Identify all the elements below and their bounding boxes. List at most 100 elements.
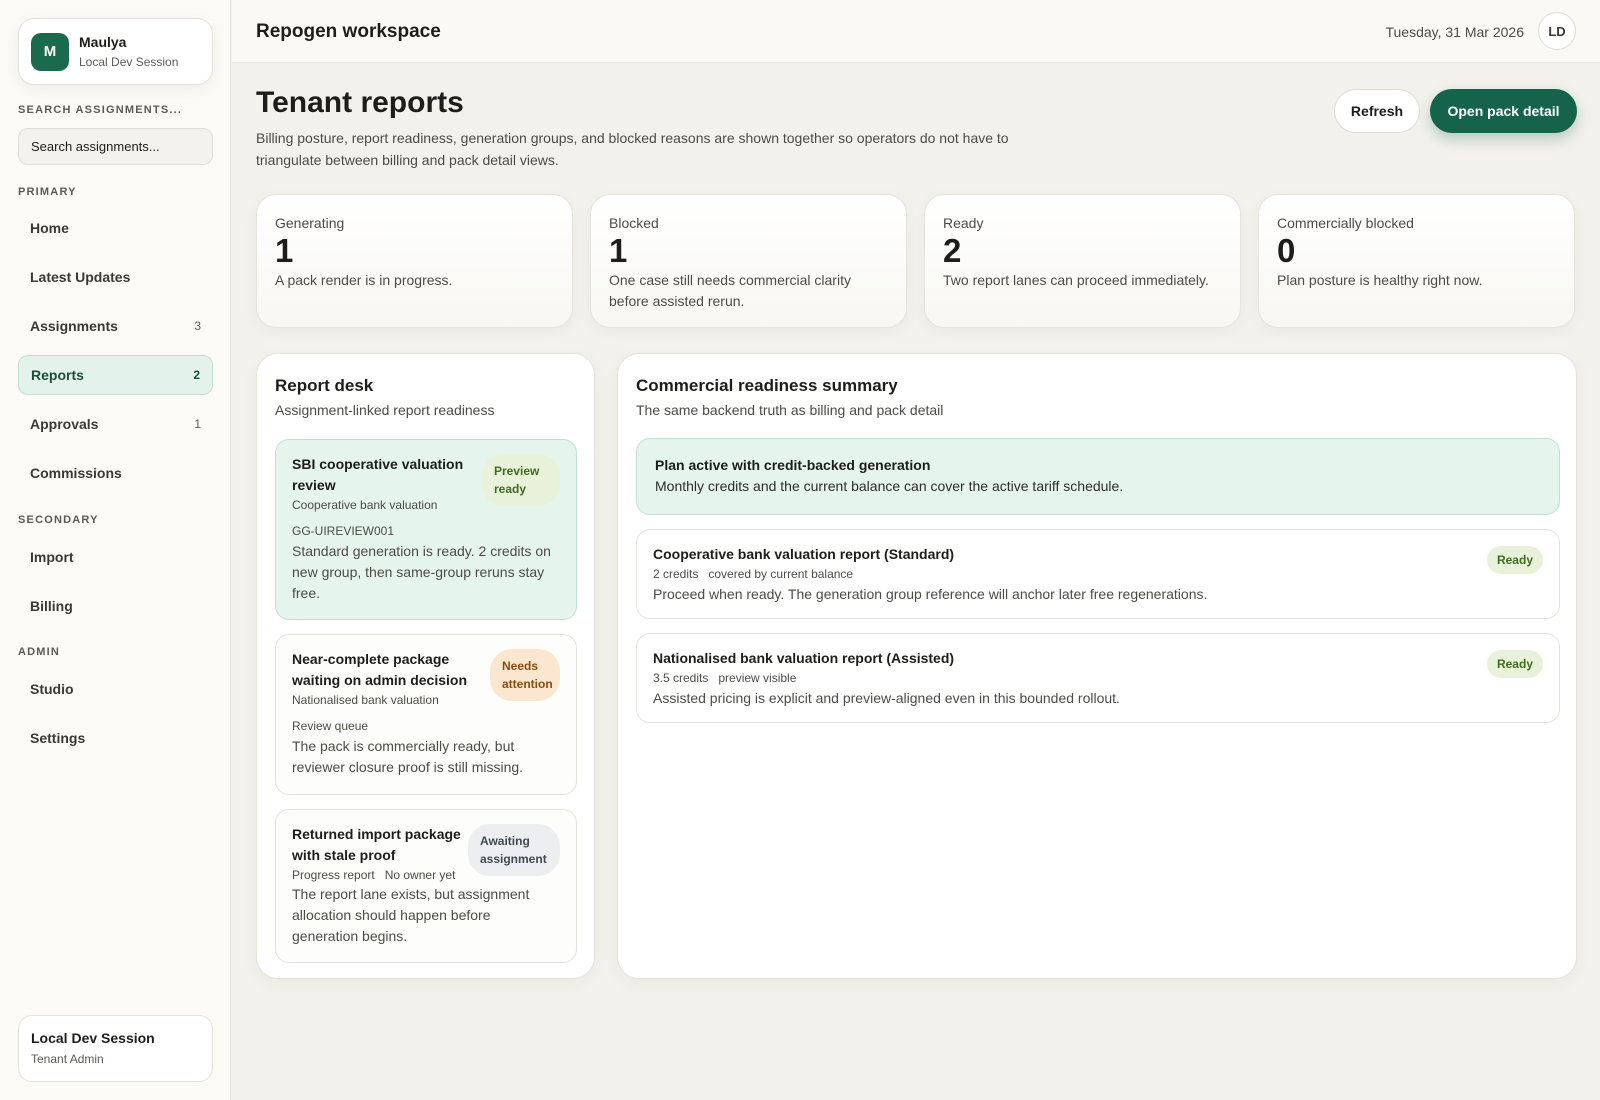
report-card-reference: Review queue [292, 719, 369, 733]
report-card-meta-item: No owner yet [384, 868, 456, 882]
report-desk-subtitle: Assignment-linked report readiness [275, 402, 495, 418]
status-badge: Ready [1486, 650, 1543, 678]
stat-card-commercially-blocked: Commercially blocked 0 Plan posture is h… [1258, 194, 1575, 328]
lane-title: Nationalised bank valuation report (Assi… [653, 650, 955, 666]
sidebar-item-label: Reports [31, 367, 84, 383]
lane-title: Cooperative bank valuation report (Stand… [653, 546, 955, 562]
sidebar-item-count: 1 [194, 417, 201, 431]
lane-description: Proceed when ready. The generation group… [653, 586, 1208, 602]
sidebar-item-label: Assignments [30, 318, 118, 334]
open-pack-detail-button[interactable]: Open pack detail [1430, 89, 1577, 133]
profile-card[interactable]: M Maulya Local Dev Session [18, 18, 213, 85]
sidebar-item-studio[interactable]: Studio [18, 669, 213, 709]
sidebar: M Maulya Local Dev Session SEARCH ASSIGN… [0, 0, 231, 1100]
plan-title: Plan active with credit-backed generatio… [655, 457, 931, 473]
lane-meta-item: 2 credits [653, 567, 699, 581]
profile-name: Maulya [79, 34, 127, 50]
commercial-subtitle: The same backend truth as billing and pa… [636, 402, 944, 418]
commercial-title: Commercial readiness summary [636, 376, 898, 395]
sidebar-item-reports[interactable]: Reports 2 [18, 355, 213, 395]
stat-value: 0 [1277, 232, 1296, 269]
sidebar-item-label: Home [30, 220, 69, 236]
sidebar-item-latest-updates[interactable]: Latest Updates [18, 257, 213, 297]
report-card-meta-item: Cooperative bank valuation [292, 498, 438, 512]
sidebar-item-settings[interactable]: Settings [18, 718, 213, 758]
report-card-title: Returned import package with stale proof [292, 826, 461, 863]
sidebar-item-label: Studio [30, 681, 74, 697]
lane-meta: 2 credits covered by current balance [653, 567, 1543, 581]
stat-note: A pack render is in progress. [275, 272, 453, 288]
lane-description: Assisted pricing is explicit and preview… [653, 690, 1120, 706]
report-card-title: SBI cooperative valuation review [292, 456, 464, 493]
report-card-title: Near-complete package waiting on admin d… [292, 651, 468, 688]
sidebar-item-import[interactable]: Import [18, 537, 213, 577]
stat-value: 1 [275, 232, 294, 269]
user-avatar[interactable]: LD [1538, 12, 1576, 50]
report-card[interactable]: Near-complete package waiting on admin d… [275, 634, 577, 795]
search-section-label: SEARCH ASSIGNMENTS... [18, 104, 183, 116]
sidebar-item-count: 2 [193, 368, 200, 382]
page-title: Tenant reports [256, 86, 464, 119]
plan-status-box: Plan active with credit-backed generatio… [636, 438, 1560, 515]
page-description: Billing posture, report readiness, gener… [256, 130, 1009, 168]
stat-label: Generating [275, 215, 345, 231]
session-title: Local Dev Session [31, 1030, 155, 1046]
report-card-body: The report lane exists, but assignment a… [292, 886, 530, 944]
sidebar-item-label: Settings [30, 730, 86, 746]
current-date: Tuesday, 31 Mar 2026 [1385, 24, 1524, 40]
report-lane-card[interactable]: Cooperative bank valuation report (Stand… [636, 529, 1560, 619]
status-badge: Needs attention [490, 649, 560, 701]
admin-section-label: ADMIN [18, 646, 61, 658]
session-role: Tenant Admin [31, 1052, 104, 1066]
sidebar-item-label: Commissions [30, 465, 122, 481]
profile-avatar: M [31, 32, 69, 71]
stat-label: Blocked [609, 215, 659, 231]
refresh-button[interactable]: Refresh [1334, 89, 1420, 133]
commercial-readiness-panel: Commercial readiness summary The same ba… [617, 353, 1577, 979]
sidebar-item-approvals[interactable]: Approvals 1 [18, 404, 213, 444]
stat-label: Ready [943, 215, 984, 231]
sidebar-item-commissions[interactable]: Commissions [18, 453, 213, 493]
plan-description: Monthly credits and the current balance … [655, 478, 1124, 494]
stat-label: Commercially blocked [1277, 215, 1414, 231]
sidebar-item-assignments[interactable]: Assignments 3 [18, 306, 213, 346]
primary-section-label: PRIMARY [18, 186, 77, 198]
sidebar-item-label: Import [30, 549, 74, 565]
stat-value: 1 [609, 232, 628, 269]
lane-meta-item: covered by current balance [708, 567, 854, 581]
report-card-meta-item: Progress report [292, 868, 375, 882]
sidebar-item-label: Approvals [30, 416, 99, 432]
stat-note: One case still needs commercial clarity … [609, 272, 851, 309]
report-card-body: Standard generation is ready. 2 credits … [292, 543, 551, 601]
report-lane-card[interactable]: Nationalised bank valuation report (Assi… [636, 633, 1560, 723]
search-input[interactable] [18, 128, 213, 165]
sidebar-item-billing[interactable]: Billing [18, 586, 213, 626]
topbar: Repogen workspace Tuesday, 31 Mar 2026 L… [232, 0, 1600, 63]
sidebar-item-count: 3 [194, 319, 201, 333]
status-badge: Awaiting assignment [468, 824, 560, 876]
report-card-body: The pack is commercially ready, but revi… [292, 738, 524, 775]
sidebar-item-label: Billing [30, 598, 73, 614]
sidebar-item-home[interactable]: Home [18, 208, 213, 248]
sidebar-item-label: Latest Updates [30, 269, 131, 285]
secondary-section-label: SECONDARY [18, 514, 99, 526]
workspace-title: Repogen workspace [256, 21, 441, 42]
report-desk-panel: Report desk Assignment-linked report rea… [256, 353, 595, 979]
report-card[interactable]: SBI cooperative valuation review Coopera… [275, 439, 577, 620]
status-badge: Ready [1486, 546, 1543, 574]
lane-meta: 3.5 credits preview visible [653, 671, 1543, 685]
stat-note: Plan posture is healthy right now. [1277, 272, 1483, 288]
stat-card-blocked: Blocked 1 One case still needs commercia… [590, 194, 907, 328]
session-card[interactable]: Local Dev Session Tenant Admin [18, 1015, 213, 1082]
status-badge: Preview ready [482, 454, 560, 506]
report-card-reference: GG-UIREVIEW001 [292, 524, 395, 538]
profile-session: Local Dev Session [79, 55, 179, 69]
stat-value: 2 [943, 232, 962, 269]
stat-card-generating: Generating 1 A pack render is in progres… [256, 194, 573, 328]
stat-card-ready: Ready 2 Two report lanes can proceed imm… [924, 194, 1241, 328]
report-card[interactable]: Returned import package with stale proof… [275, 809, 577, 963]
report-desk-title: Report desk [275, 376, 374, 395]
lane-meta-item: 3.5 credits [653, 671, 709, 685]
lane-meta-item: preview visible [718, 671, 797, 685]
stat-note: Two report lanes can proceed immediately… [943, 272, 1209, 288]
